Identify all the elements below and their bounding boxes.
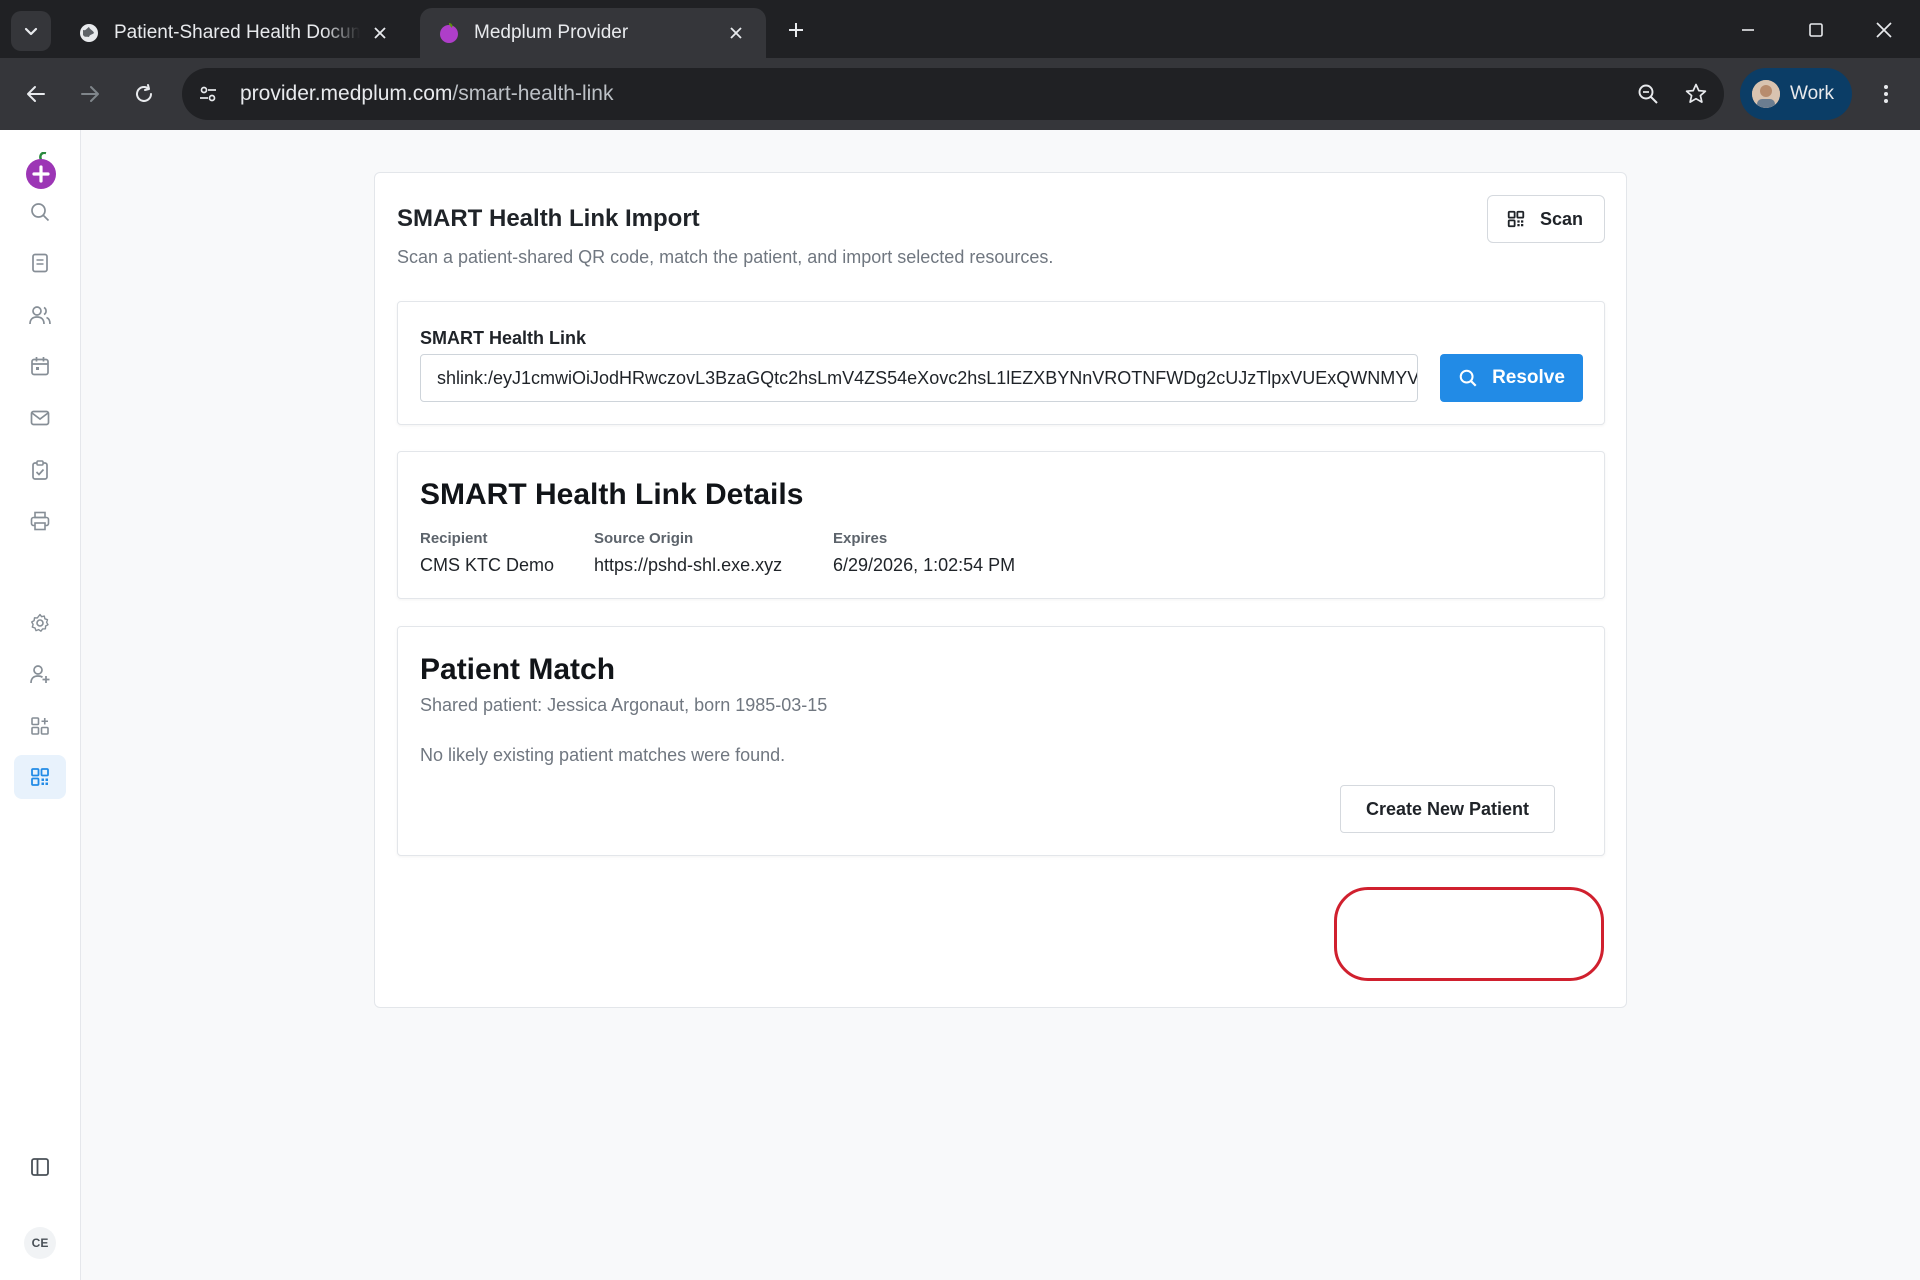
star-icon: [1685, 83, 1707, 103]
page-title: SMART Health Link Import: [397, 205, 700, 232]
url-path: /smart-health-link: [452, 82, 614, 105]
forward-button[interactable]: [70, 74, 110, 114]
source-origin-value: https://pshd-shl.exe.xyz: [594, 555, 783, 575]
sidebar-item-schedule[interactable]: [14, 344, 66, 388]
tab-search-button[interactable]: [11, 11, 51, 51]
expires-label: Expires: [833, 530, 888, 547]
sidebar-toggle-button[interactable]: [14, 1145, 66, 1189]
sidebar: CE: [0, 130, 81, 1280]
details-heading: SMART Health Link Details: [420, 478, 804, 511]
page-subtitle: Scan a patient-shared QR code, match the…: [397, 247, 1054, 267]
browser-tab-active[interactable]: Medplum Provider: [420, 8, 766, 58]
zoom-button[interactable]: [1628, 74, 1668, 114]
qr-code-icon: [1506, 209, 1526, 229]
recipient-label: Recipient: [420, 530, 488, 547]
search-icon: [31, 203, 50, 222]
address-bar[interactable]: provider.medplum.com/smart-health-link: [182, 68, 1724, 120]
browser-tabstrip: Patient-Shared Health Documents Medplum …: [0, 0, 1920, 58]
calendar-icon: [31, 357, 49, 376]
patient-match-heading: Patient Match: [420, 653, 616, 686]
close-tab-icon[interactable]: [724, 21, 748, 45]
sidebar-item-messages[interactable]: [14, 396, 66, 440]
user-avatar[interactable]: CE: [24, 1227, 56, 1259]
zoom-icon: [1638, 84, 1658, 104]
browser-menu-button[interactable]: [1866, 74, 1906, 114]
patient-match-section: Patient Match Shared patient: Jessica Ar…: [397, 626, 1605, 856]
apps-add-icon: [31, 717, 49, 735]
user-plus-icon: [30, 665, 50, 684]
expires-value: 6/29/2026, 1:02:54 PM: [833, 555, 1016, 575]
resolve-button-label: Resolve: [1492, 367, 1565, 388]
smart-health-link-form: SMART Health Link shlink:/eyJ1cmwiOiJodH…: [397, 301, 1605, 425]
settings-icon: [31, 613, 49, 632]
clipboard-check-icon: [32, 460, 48, 480]
smart-health-link-details: SMART Health Link Details Recipient CMS …: [397, 451, 1605, 599]
shared-patient-text: Shared patient: Jessica Argonaut, born 1…: [420, 695, 828, 715]
printer-icon: [30, 511, 50, 531]
arrow-right-icon: [81, 86, 99, 102]
users-icon: [29, 306, 51, 325]
sidebar-item-smart-health-link[interactable]: [14, 755, 66, 799]
profile-label: Work: [1790, 83, 1834, 104]
qr-code-icon: [31, 768, 49, 786]
browser-tab-inactive[interactable]: Patient-Shared Health Documents: [60, 8, 410, 58]
recipient-field: Recipient CMS KTC Demo: [420, 530, 554, 576]
chevron-down-icon: [24, 27, 38, 36]
recipient-value: CMS KTC Demo: [420, 555, 555, 575]
minimize-button[interactable]: [1728, 10, 1768, 50]
profile-button[interactable]: Work: [1740, 68, 1852, 120]
tab-title: Medplum Provider: [474, 22, 629, 43]
sidebar-item-search[interactable]: [14, 190, 66, 234]
sidebar-panel-icon: [31, 1158, 49, 1176]
sidebar-item-apps[interactable]: [14, 704, 66, 748]
sidebar-item-fax[interactable]: [14, 499, 66, 543]
new-tab-button[interactable]: [780, 14, 812, 46]
minimize-icon: [1742, 29, 1754, 31]
url-text[interactable]: provider.medplum.com/smart-health-link: [240, 82, 1628, 106]
scan-button[interactable]: Scan: [1487, 195, 1605, 243]
sidebar-item-documents[interactable]: [14, 241, 66, 285]
arrow-left-icon: [27, 86, 45, 102]
globe-icon: [78, 22, 100, 44]
medplum-icon: [438, 22, 460, 44]
smart-health-link-import-panel: SMART Health Link Import Scan a patient-…: [374, 172, 1627, 1008]
profile-avatar: [1752, 80, 1780, 108]
sidebar-item-patients[interactable]: [14, 293, 66, 337]
mail-icon: [30, 410, 50, 426]
close-tab-icon[interactable]: [368, 21, 392, 45]
maximize-icon: [1809, 23, 1823, 37]
maximize-button[interactable]: [1796, 10, 1836, 50]
no-match-text: No likely existing patient matches were …: [420, 745, 786, 765]
reload-icon: [136, 84, 152, 102]
document-icon: [32, 253, 48, 273]
more-vertical-icon: [1884, 85, 1888, 103]
source-origin-field: Source Origin https://pshd-shl.exe.xyz: [594, 530, 782, 576]
create-new-patient-button[interactable]: Create New Patient: [1340, 785, 1555, 833]
browser-toolbar: provider.medplum.com/smart-health-link W…: [0, 58, 1920, 130]
plus-icon: [789, 23, 803, 37]
close-window-button[interactable]: [1864, 10, 1904, 50]
tune-icon: [200, 86, 216, 102]
smart-health-link-label: SMART Health Link: [420, 328, 587, 348]
url-host: provider.medplum.com: [240, 82, 453, 105]
bookmark-button[interactable]: [1676, 74, 1716, 114]
reload-button[interactable]: [124, 74, 164, 114]
site-info-button[interactable]: [188, 74, 228, 114]
close-icon: [1876, 22, 1892, 38]
expires-field: Expires 6/29/2026, 1:02:54 PM: [833, 530, 1015, 576]
resolve-button[interactable]: Resolve: [1440, 354, 1583, 402]
tab-title: Patient-Shared Health Documents: [114, 22, 360, 43]
scan-button-label: Scan: [1540, 208, 1584, 229]
search-icon: [1458, 368, 1478, 388]
medplum-logo[interactable]: [24, 151, 58, 190]
sidebar-item-tasks[interactable]: [14, 448, 66, 492]
sidebar-item-invite[interactable]: [14, 652, 66, 696]
sidebar-item-integrations[interactable]: [14, 601, 66, 645]
back-button[interactable]: [16, 74, 56, 114]
app-viewport: CE SMART Health Link Import Scan a patie…: [0, 130, 1920, 1280]
source-origin-label: Source Origin: [594, 530, 694, 547]
smart-health-link-input[interactable]: shlink:/eyJ1cmwiOiJodHRwczovL3BzaGQtc2hs…: [420, 354, 1418, 402]
